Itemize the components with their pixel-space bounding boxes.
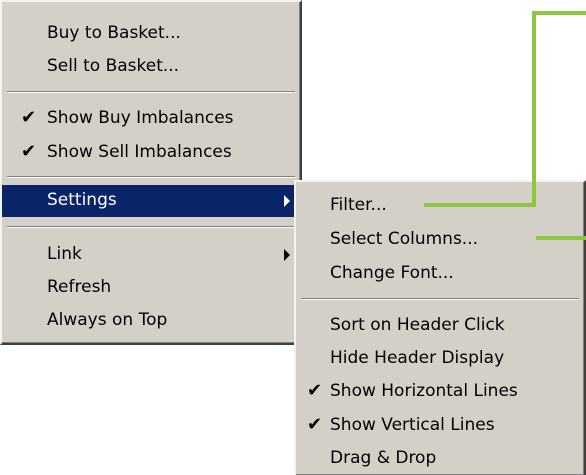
settings-submenu: Filter... Select Columns... Change Font.… (294, 180, 586, 475)
menu-item-label: Sell to Basket... (47, 56, 180, 76)
menu-item-label: Drag & Drop (330, 448, 437, 468)
checkmark-icon: ✔ (21, 107, 37, 128)
menu-item-buy-to-basket[interactable]: Buy to Basket... (2, 18, 300, 50)
menu-item-label: Sort on Header Click (330, 315, 505, 335)
submenu-arrow-icon (284, 249, 290, 261)
menu-item-label: Settings (47, 190, 117, 210)
submenu-item-drag-and-drop[interactable]: Drag & Drop (296, 443, 584, 475)
menu-separator (7, 176, 295, 178)
checkmark-icon: ✔ (307, 380, 323, 401)
callout-line-filter (424, 203, 536, 207)
menu-item-label: Filter... (330, 195, 387, 215)
callout-line-select-columns (536, 236, 586, 240)
submenu-item-show-vertical-lines[interactable]: ✔ Show Vertical Lines (296, 410, 584, 442)
menu-item-label: Hide Header Display (330, 348, 505, 368)
menu-item-label: Select Columns... (330, 229, 479, 249)
checkmark-icon: ✔ (307, 414, 323, 435)
menu-item-label: Show Horizontal Lines (330, 381, 518, 401)
callout-line-filter-top (532, 11, 586, 15)
submenu-item-show-horizontal-lines[interactable]: ✔ Show Horizontal Lines (296, 376, 584, 408)
menu-separator (301, 298, 579, 300)
submenu-item-change-font[interactable]: Change Font... (296, 258, 584, 290)
menu-item-sell-to-basket[interactable]: Sell to Basket... (2, 51, 300, 83)
checkmark-icon: ✔ (21, 141, 37, 162)
menu-item-label: Refresh (47, 277, 112, 297)
callout-line-filter-vertical (532, 11, 536, 207)
menu-item-show-buy-imbalances[interactable]: ✔ Show Buy Imbalances (2, 103, 300, 135)
menu-item-link[interactable]: Link (2, 239, 300, 271)
menu-item-label: Always on Top (47, 310, 168, 330)
menu-item-always-on-top[interactable]: Always on Top (2, 305, 300, 337)
menu-separator (7, 91, 295, 93)
context-menu: Buy to Basket... Sell to Basket... ✔ Sho… (0, 0, 302, 345)
submenu-arrow-icon (284, 195, 290, 207)
menu-item-show-sell-imbalances[interactable]: ✔ Show Sell Imbalances (2, 137, 300, 169)
menu-item-refresh[interactable]: Refresh (2, 272, 300, 304)
menu-item-label: Show Vertical Lines (330, 415, 495, 435)
menu-item-label: Buy to Basket... (47, 23, 181, 43)
menu-item-label: Show Sell Imbalances (47, 142, 232, 162)
menu-item-settings[interactable]: Settings (2, 185, 300, 217)
submenu-item-hide-header-display[interactable]: Hide Header Display (296, 343, 584, 375)
menu-separator (7, 226, 295, 228)
submenu-item-sort-on-header-click[interactable]: Sort on Header Click (296, 310, 584, 342)
menu-item-label: Show Buy Imbalances (47, 108, 234, 128)
menu-item-label: Change Font... (330, 263, 454, 283)
submenu-item-select-columns[interactable]: Select Columns... (296, 224, 584, 256)
menu-item-label: Link (47, 244, 82, 264)
